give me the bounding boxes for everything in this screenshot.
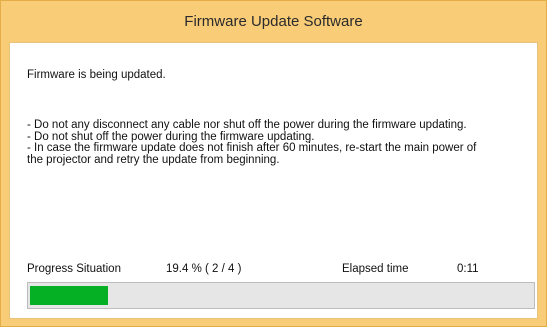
warning-notes: - Do not any disconnect any cable nor sh… bbox=[27, 119, 527, 166]
note-line: - Do not any disconnect any cable nor sh… bbox=[27, 119, 467, 131]
elapsed-time-value: 0:11 bbox=[457, 263, 479, 275]
progress-value: 19.4 % ( 2 / 4 ) bbox=[166, 263, 242, 275]
progress-label: Progress Situation bbox=[27, 263, 121, 275]
note-line: - In case the firmware update does not f… bbox=[27, 142, 477, 154]
window-title: Firmware Update Software bbox=[184, 12, 363, 30]
elapsed-time-label: Elapsed time bbox=[342, 263, 409, 275]
status-message: Firmware is being updated. bbox=[27, 69, 166, 81]
window-client-area bbox=[9, 42, 538, 319]
note-line: the projector and retry the update from … bbox=[27, 153, 280, 166]
progress-bar-fill bbox=[30, 286, 108, 305]
progress-bar bbox=[27, 282, 535, 309]
